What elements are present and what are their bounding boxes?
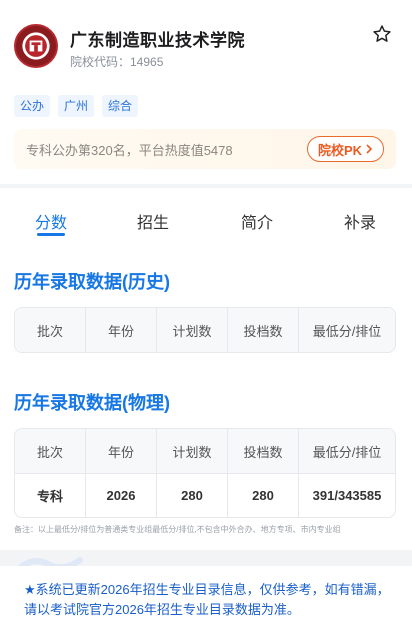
tag-ownership: 公办 (14, 95, 51, 117)
header-year: 年份 (86, 429, 157, 473)
header-filed: 投档数 (228, 308, 299, 352)
school-code: 院校代码：14965 (70, 55, 164, 69)
header-batch: 批次 (15, 429, 86, 473)
tab-scores[interactable]: 分数 (35, 209, 67, 233)
table-row: 专科 2026 280 280 391/343585 (15, 473, 395, 517)
chevron-right-icon (366, 144, 373, 154)
pk-label: 院校PK (317, 142, 362, 158)
header-plan: 计划数 (157, 308, 228, 352)
physics-section-title: 历年录取数据(物理) (14, 393, 170, 413)
table-header-row: 批次 年份 计划数 投档数 最低分/排位 (15, 308, 395, 352)
header-min-score: 最低分/排位 (312, 444, 382, 460)
tab-intro[interactable]: 简介 (241, 209, 273, 233)
cell-filed: 280 (228, 474, 299, 517)
table-note: 备注：以上最低分/排位为普通类专业组最低分/排位,不包含中外合办、地方专项、市内… (14, 525, 341, 534)
school-name: 广东制造职业技术学院 (70, 31, 245, 50)
school-emblem-icon (17, 27, 55, 65)
tab-supplementary[interactable]: 补录 (344, 209, 376, 233)
school-logo (14, 24, 58, 68)
header-batch: 批次 (15, 308, 86, 352)
update-notice: ★系统已更新2026年招生专业目录信息，仅供参考，如有错漏，请以考试院官方202… (0, 566, 412, 631)
score-content: 历年录取数据(历史) 批次 年份 计划数 投档数 最低分/排位 历年录取数据(物… (0, 246, 412, 550)
school-tags: 公办 广州 综合 (14, 95, 139, 117)
header-plan: 计划数 (157, 429, 228, 473)
header-filed: 投档数 (228, 429, 299, 473)
active-tab-indicator (37, 233, 65, 236)
cell-plan: 280 (157, 474, 228, 517)
cell-year: 2026 (86, 474, 157, 517)
tag-type: 综合 (102, 95, 139, 117)
rank-text: 专科公办第320名，平台热度值5478 (26, 142, 233, 158)
star-outline-icon[interactable] (372, 24, 392, 44)
history-section-title: 历年录取数据(历史) (14, 272, 170, 292)
header-min-score: 最低分/排位 (312, 323, 382, 339)
tag-city: 广州 (58, 95, 95, 117)
school-header: 广东制造职业技术学院 院校代码：14965 公办 广州 综合 专科公办第320名… (0, 0, 412, 184)
rank-banner: 专科公办第320名，平台热度值5478 院校PK (14, 129, 396, 169)
table-header-row: 批次 年份 计划数 投档数 最低分/排位 (15, 429, 395, 473)
cell-min-score: 391/343585 (312, 488, 382, 503)
tab-bar: 分数 招生 简介 补录 (0, 188, 412, 246)
tab-admissions[interactable]: 招生 (137, 209, 169, 233)
physics-table: 批次 年份 计划数 投档数 最低分/排位 专科 2026 280 280 391… (14, 428, 396, 518)
history-table: 批次 年份 计划数 投档数 最低分/排位 (14, 307, 396, 353)
header-year: 年份 (86, 308, 157, 352)
cell-batch: 专科 (15, 474, 86, 517)
school-pk-button[interactable]: 院校PK (306, 136, 384, 162)
